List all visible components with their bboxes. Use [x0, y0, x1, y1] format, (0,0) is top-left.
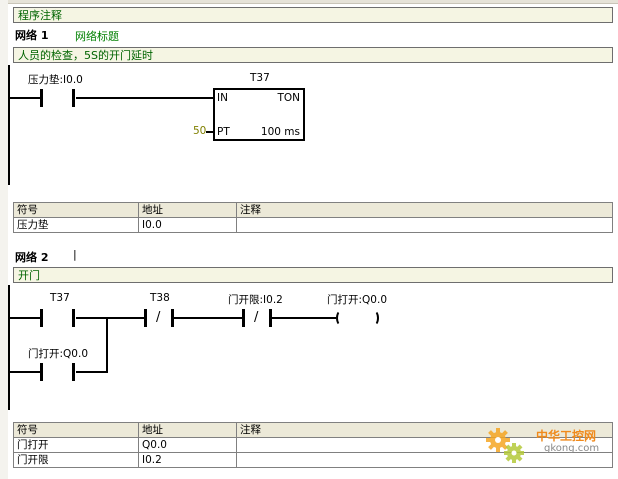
network-2-comment-bar[interactable]: 开门 — [13, 267, 613, 283]
slash-icon: / — [156, 310, 161, 325]
door-limit-normally-closed-contact[interactable]: / — [242, 309, 272, 327]
timer-pt-value[interactable]: 50 — [193, 125, 206, 137]
watermark-url: gkong.com — [544, 443, 600, 454]
branch-wire-a — [10, 371, 40, 373]
timer-t37-name: T37 — [250, 72, 270, 84]
coil-left-arc — [336, 310, 346, 326]
contact-left-plate — [242, 309, 245, 327]
table-row[interactable]: 压力垫 I0.0 — [13, 217, 613, 233]
watermark-title: 中华工控网 — [536, 429, 597, 443]
address-cell: I0.0 — [138, 217, 237, 233]
timer-in-label: IN — [217, 92, 228, 104]
symbol-column-header: 符号 — [13, 422, 139, 438]
network-1-header[interactable]: 网络 1 — [15, 27, 48, 43]
network-1-symbol-table: 符号 地址 注释 压力垫 I0.0 — [13, 202, 613, 233]
network-2-wire-b — [76, 317, 144, 319]
gkong-watermark: 中华工控网 gkong.com — [484, 424, 614, 468]
symbol-cell: 门开限 — [13, 452, 139, 468]
contact-right-plate — [72, 309, 75, 327]
network-1-comment-bar[interactable]: 人员的检查，5S的开门延时 — [13, 47, 613, 63]
editor-left-margin — [0, 0, 8, 479]
symbol-table-header-row: 符号 地址 注释 — [13, 202, 613, 218]
network-2-wire-a — [10, 317, 40, 319]
address-column-header: 地址 — [138, 202, 237, 218]
comment-cell — [236, 217, 613, 233]
symbol-column-header: 符号 — [13, 202, 139, 218]
slash-icon: / — [254, 310, 259, 325]
editor-top-border — [0, 0, 618, 4]
contact-left-plate — [144, 309, 147, 327]
network-2-header[interactable]: 网络 2 — [15, 249, 48, 265]
contact-left-plate — [40, 309, 43, 327]
symbol-cell: 压力垫 — [13, 217, 139, 233]
network-1-power-rail — [8, 65, 10, 185]
door-open-coil[interactable] — [336, 310, 380, 326]
coil-right-arc — [369, 310, 379, 326]
t37-contact[interactable] — [40, 309, 76, 327]
pressure-mat-contact-label: 压力垫:I0.0 — [28, 74, 83, 86]
network-1-comment-text: 人员的检查，5S的开门延时 — [18, 49, 153, 62]
door-open-hold-contact[interactable] — [40, 363, 76, 381]
address-cell: Q0.0 — [138, 437, 237, 453]
timer-t37-box[interactable]: IN TON PT 100 ms — [213, 88, 305, 141]
program-comment-text: 程序注释 — [18, 9, 62, 22]
contact-right-plate — [72, 363, 75, 381]
timer-type-label: TON — [277, 92, 300, 104]
text-cursor: | — [73, 248, 77, 261]
network-2-wire-d — [272, 317, 336, 319]
branch-vertical-wire — [106, 317, 108, 373]
network-1-wire-a — [10, 97, 40, 99]
door-open-hold-contact-label: 门打开:Q0.0 — [28, 348, 89, 360]
timer-pt-label: PT — [217, 126, 230, 138]
contact-left-plate — [40, 89, 43, 107]
program-comment-bar[interactable]: 程序注释 — [13, 7, 613, 23]
door-open-coil-label: 门打开:Q0.0 — [327, 294, 388, 306]
comment-column-header: 注释 — [236, 202, 613, 218]
pressure-mat-contact[interactable] — [40, 89, 76, 107]
branch-wire-b — [76, 371, 108, 373]
network-2-comment-text: 开门 — [18, 269, 40, 282]
network-1-title[interactable]: 网络标题 — [75, 28, 119, 44]
address-cell: I0.2 — [138, 452, 237, 468]
door-limit-contact-label: 门开限:I0.2 — [228, 294, 283, 306]
network-2-power-rail — [8, 285, 10, 410]
network-1-wire-b — [76, 97, 214, 99]
address-column-header: 地址 — [138, 422, 237, 438]
t38-normally-closed-contact[interactable]: / — [144, 309, 174, 327]
contact-left-plate — [40, 363, 43, 381]
contact-right-plate — [72, 89, 75, 107]
t37-contact-label: T37 — [50, 292, 70, 304]
t38-contact-label: T38 — [150, 292, 170, 304]
network-2-wire-c — [174, 317, 242, 319]
symbol-cell: 门打开 — [13, 437, 139, 453]
gear-icon — [486, 428, 524, 463]
timer-resolution-label: 100 ms — [260, 126, 300, 138]
timer-pt-wire — [206, 131, 214, 133]
